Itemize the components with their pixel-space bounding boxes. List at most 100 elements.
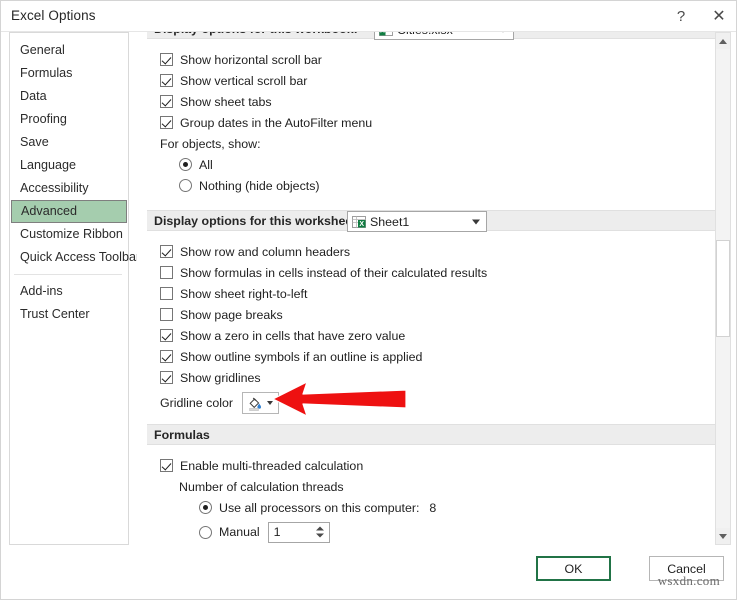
checkbox-row-show-zero-in-cells[interactable]: Show a zero in cells that have zero valu… (147, 325, 712, 346)
formulas-section-header: Formulas (147, 424, 718, 445)
label-show-outline-symbols: Show outline symbols if an outline is ap… (180, 349, 423, 364)
radio-row-use-all-processors[interactable]: Use all processors on this computer: 8 (147, 497, 712, 518)
checkbox-row-show-outline-symbols[interactable]: Show outline symbols if an outline is ap… (147, 346, 712, 367)
radio-row-objects-nothing[interactable]: Nothing (hide objects) (147, 175, 712, 196)
workbook-combo-value: Cities.xlsx (397, 32, 453, 37)
sidebar-item-formulas[interactable]: Formulas (10, 62, 128, 85)
manual-threads-value: 1 (273, 525, 281, 539)
checkbox-show-row-column-headers[interactable] (160, 245, 173, 258)
scrollbar-up-arrow-icon[interactable] (716, 33, 730, 49)
label-show-page-breaks: Show page breaks (180, 307, 283, 322)
worksheet-icon: X (352, 215, 366, 229)
for-objects-show-label-row: For objects, show: (147, 133, 712, 154)
checkbox-show-zero-in-cells[interactable] (160, 329, 173, 342)
sidebar-item-advanced[interactable]: Advanced (11, 200, 127, 223)
svg-text:X: X (380, 32, 385, 34)
number-of-calculation-threads-label: Number of calculation threads (179, 479, 344, 494)
watermark: wsxdn.com (657, 573, 720, 588)
checkbox-row-show-page-breaks[interactable]: Show page breaks (147, 304, 712, 325)
radio-objects-all[interactable] (179, 158, 192, 171)
checkbox-row-group-dates-autofilter[interactable]: Group dates in the AutoFilter menu (147, 112, 712, 133)
label-show-gridlines: Show gridlines (180, 370, 261, 385)
checkbox-row-show-gridlines[interactable]: Show gridlines (147, 367, 712, 388)
sidebar-item-trust-center[interactable]: Trust Center (10, 303, 128, 326)
title-bar: Excel Options ? ✕ (1, 1, 736, 32)
checkbox-row-show-row-column-headers[interactable]: Show row and column headers (147, 241, 712, 262)
label-objects-all: All (199, 157, 213, 172)
stepper-arrows-icon[interactable] (315, 526, 324, 538)
content-scrollbar[interactable] (715, 32, 731, 545)
manual-threads-stepper[interactable]: 1 (267, 521, 330, 543)
radio-manual-threads[interactable] (199, 525, 212, 539)
label-objects-nothing: Nothing (hide objects) (199, 178, 320, 193)
worksheet-combo-value: Sheet1 (370, 214, 410, 229)
sidebar-item-proofing[interactable]: Proofing (10, 108, 128, 131)
paint-bucket-icon (247, 396, 263, 415)
worksheet-section-header: Display options for this worksheet: X Sh… (147, 210, 718, 232)
radio-objects-nothing[interactable] (179, 179, 192, 192)
sidebar-item-save[interactable]: Save (10, 131, 128, 154)
checkbox-show-sheet-tabs[interactable] (160, 95, 173, 108)
scrollbar-down-arrow-icon[interactable] (716, 528, 730, 544)
formulas-section-title: Formulas (154, 427, 210, 442)
checkbox-row-enable-multithreaded[interactable]: Enable multi-threaded calculation (147, 455, 712, 476)
checkbox-show-sheet-right-to-left[interactable] (160, 287, 173, 300)
workbook-section-header: Display options for this workbook: X Cit… (147, 32, 718, 40)
stepper-up-icon[interactable] (315, 526, 324, 531)
dialog-footer: OK Cancel wsxdn.com (1, 546, 736, 599)
worksheet-section-title: Display options for this worksheet: (154, 213, 361, 228)
gridline-color-label: Gridline color (160, 396, 233, 410)
options-content-pane: Display options for this workbook: X Cit… (137, 32, 730, 545)
help-icon[interactable]: ? (662, 1, 700, 31)
workbook-combo[interactable]: X Cities.xlsx (374, 32, 514, 40)
excel-file-icon: X (379, 32, 393, 37)
label-show-formulas-in-cells: Show formulas in cells instead of their … (180, 265, 488, 280)
ok-button[interactable]: OK (536, 556, 611, 581)
page-title: Excel Options (11, 8, 96, 23)
radio-row-manual-threads[interactable]: Manual 1 (147, 518, 712, 545)
workbook-section-title: Display options for this workbook: (154, 32, 358, 36)
checkbox-enable-multithreaded-calculation[interactable] (160, 459, 173, 472)
sidebar-item-add-ins[interactable]: Add-ins (10, 280, 128, 303)
checkbox-row-show-sheet-tabs[interactable]: Show sheet tabs (147, 91, 712, 112)
sidebar-item-data[interactable]: Data (10, 85, 128, 108)
label-show-sheet-right-to-left: Show sheet right-to-left (180, 286, 308, 301)
processor-count-value: 8 (429, 500, 437, 515)
radio-use-all-processors[interactable] (199, 501, 212, 514)
checkbox-row-show-vertical-scroll-bar[interactable]: Show vertical scroll bar (147, 70, 712, 91)
sidebar-item-general[interactable]: General (10, 39, 128, 62)
checkbox-show-formulas-in-cells[interactable] (160, 266, 173, 279)
checkbox-row-show-sheet-right-to-left[interactable]: Show sheet right-to-left (147, 283, 712, 304)
sidebar-item-customize-ribbon[interactable]: Customize Ribbon (10, 223, 128, 246)
label-group-dates-autofilter: Group dates in the AutoFilter menu (180, 115, 373, 130)
number-of-threads-label-row: Number of calculation threads (147, 476, 712, 497)
chevron-down-icon (472, 219, 480, 224)
checkbox-show-vertical-scroll-bar[interactable] (160, 74, 173, 87)
for-objects-show-label: For objects, show: (160, 136, 261, 151)
label-show-vertical-scroll-bar: Show vertical scroll bar (180, 73, 308, 88)
checkbox-show-outline-symbols[interactable] (160, 350, 173, 363)
label-show-horizontal-scroll-bar: Show horizontal scroll bar (180, 52, 322, 67)
label-show-zero-in-cells: Show a zero in cells that have zero valu… (180, 328, 406, 343)
gridline-color-row: Gridline color (147, 388, 712, 418)
checkbox-group-dates-autofilter[interactable] (160, 116, 173, 129)
sidebar: General Formulas Data Proofing Save Lang… (9, 32, 140, 545)
stepper-down-icon[interactable] (315, 533, 324, 538)
sidebar-item-accessibility[interactable]: Accessibility (10, 177, 128, 200)
gridline-color-button[interactable] (242, 392, 279, 414)
worksheet-combo[interactable]: X Sheet1 (347, 211, 487, 232)
svg-text:X: X (359, 221, 364, 228)
checkbox-show-page-breaks[interactable] (160, 308, 173, 321)
sidebar-item-language[interactable]: Language (10, 154, 128, 177)
scrollbar-thumb[interactable] (716, 240, 730, 337)
sidebar-divider (14, 274, 122, 275)
checkbox-show-gridlines[interactable] (160, 371, 173, 384)
sidebar-item-quick-access-toolbar[interactable]: Quick Access Toolbar (10, 246, 140, 269)
excel-options-dialog: Excel Options ? ✕ General Formulas Data … (0, 0, 737, 600)
checkbox-row-show-formulas-in-cells[interactable]: Show formulas in cells instead of their … (147, 262, 712, 283)
radio-row-objects-all[interactable]: All (147, 154, 712, 175)
close-icon[interactable]: ✕ (700, 1, 736, 31)
label-show-row-column-headers: Show row and column headers (180, 244, 351, 259)
checkbox-show-horizontal-scroll-bar[interactable] (160, 53, 173, 66)
checkbox-row-show-horizontal-scroll-bar[interactable]: Show horizontal scroll bar (147, 49, 712, 70)
